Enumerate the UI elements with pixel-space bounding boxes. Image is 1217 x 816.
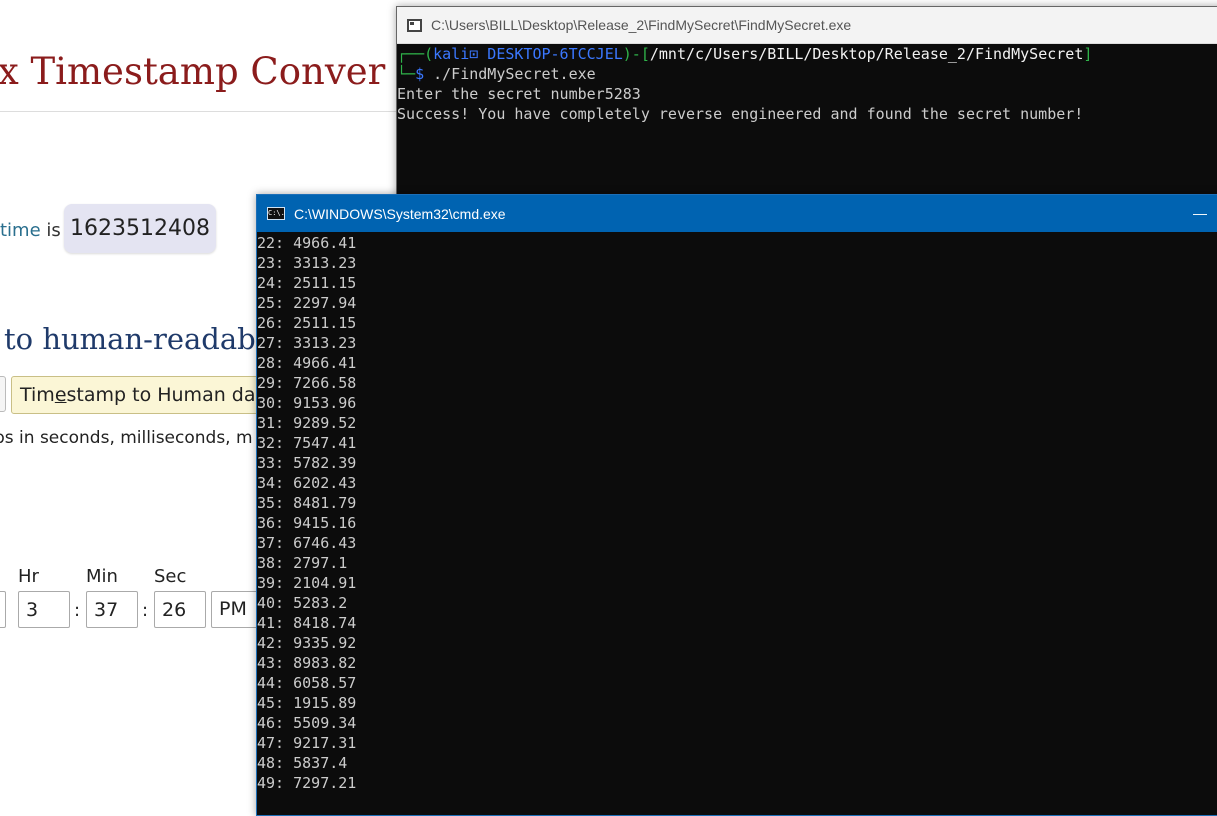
button-label-start: Tim xyxy=(20,384,55,406)
time-colon: : xyxy=(142,600,149,621)
terminal-output-line: Success! You have completely reverse eng… xyxy=(397,105,1084,123)
section-heading: to human-readab xyxy=(4,322,256,356)
cmd-output[interactable]: 22: 4966.41 23: 3313.23 24: 2511.15 25: 229… xyxy=(257,233,356,793)
hour-label: Hr xyxy=(18,566,39,587)
cmd-output-line: 35: 8481.79 xyxy=(257,494,357,512)
cmd-output-line: 33: 5782.39 xyxy=(257,454,357,472)
cmd-window[interactable]: C:\. C:\WINDOWS\System32\cmd.exe — 22: 4… xyxy=(256,194,1217,816)
terminal-app-icon xyxy=(407,18,422,32)
epoch-time-suffix: is xyxy=(40,220,61,241)
cmd-output-line: 34: 6202.43 xyxy=(257,474,357,492)
cmd-output-line: 36: 9415.16 xyxy=(257,514,357,532)
kali-window-titlebar[interactable]: C:\Users\BILL\Desktop\Release_2\FindMySe… xyxy=(397,7,1217,44)
cmd-app-icon: C:\. xyxy=(267,207,285,220)
prompt-frame-line2: └─ xyxy=(397,65,416,83)
minute-label: Min xyxy=(86,566,118,587)
cmd-window-title: C:\WINDOWS\System32\cmd.exe xyxy=(294,205,506,222)
cmd-output-line: 44: 6058.57 xyxy=(257,674,357,692)
cmd-output-line: 28: 4966.41 xyxy=(257,354,357,372)
prompt-path: /mnt/c/Users/BILL/Desktop/Release_2/Find… xyxy=(649,45,1084,63)
terminal-output-line: Enter the secret number5283 xyxy=(397,85,641,103)
title-divider xyxy=(0,111,400,112)
cmd-output-line: 27: 3313.23 xyxy=(257,334,357,352)
format-hint: ps in seconds, milliseconds, m xyxy=(0,428,253,448)
prompt-frame-close: ] xyxy=(1083,45,1093,63)
cmd-output-line: 26: 2511.15 xyxy=(257,314,357,332)
cmd-output-line: 38: 2797.1 xyxy=(257,554,348,572)
cmd-output-line: 45: 1915.89 xyxy=(257,694,357,712)
button-label-accesskey: e xyxy=(54,384,67,406)
cmd-output-line: 37: 6746.43 xyxy=(257,534,357,552)
time-colon: : xyxy=(74,600,81,621)
second-input[interactable] xyxy=(154,591,206,628)
cmd-window-titlebar[interactable]: C:\. C:\WINDOWS\System32\cmd.exe — xyxy=(257,195,1217,232)
prompt-frame-mid: )-[ xyxy=(622,45,650,63)
kali-window-title: C:\Users\BILL\Desktop\Release_2\FindMySe… xyxy=(431,17,852,33)
cmd-output-line: 47: 9217.31 xyxy=(257,734,357,752)
cmd-output-line: 25: 2297.94 xyxy=(257,294,357,312)
prompt-frame-open: ┌──( xyxy=(397,45,434,63)
cmd-output-line: 32: 7547.41 xyxy=(257,434,357,452)
prompt-dollar: $ xyxy=(415,65,425,83)
cmd-output-line: 42: 9335.92 xyxy=(257,634,357,652)
typed-command: ./FindMySecret.exe xyxy=(424,65,596,83)
current-epoch-badge: 1623512408 xyxy=(64,204,216,253)
cmd-output-line: 29: 7266.58 xyxy=(257,374,357,392)
cmd-output-line: 40: 5283.2 xyxy=(257,594,348,612)
cmd-output-line: 30: 9153.96 xyxy=(257,394,357,412)
input-edge[interactable] xyxy=(0,376,6,412)
second-label: Sec xyxy=(154,566,187,587)
cmd-output-line: 49: 7297.21 xyxy=(257,774,357,792)
hour-input[interactable] xyxy=(18,591,70,628)
button-label-end: stamp to Human date xyxy=(66,384,271,406)
previous-field-edge[interactable] xyxy=(0,591,6,628)
cmd-output-line: 43: 8983.82 xyxy=(257,654,357,672)
cmd-output-line: 39: 2104.91 xyxy=(257,574,357,592)
kali-terminal-content[interactable]: ┌──(kali⊡ DESKTOP-6TCCJEL)-[/mnt/c/Users… xyxy=(397,44,1092,124)
cmd-output-line: 48: 5837.4 xyxy=(257,754,348,772)
kali-terminal-window[interactable]: C:\Users\BILL\Desktop\Release_2\FindMySe… xyxy=(396,6,1217,203)
timestamp-to-human-date-button[interactable]: Timestamp to Human date xyxy=(11,376,271,414)
minimize-icon[interactable]: — xyxy=(1193,205,1207,221)
cmd-output-line: 46: 5509.34 xyxy=(257,714,357,732)
page-title: ix Timestamp Conver xyxy=(0,50,386,93)
cmd-output-line: 22: 4966.41 xyxy=(257,234,357,252)
minute-input[interactable] xyxy=(86,591,138,628)
epoch-time-line: time is xyxy=(0,220,61,241)
cmd-output-line: 23: 3313.23 xyxy=(257,254,357,272)
cmd-output-line: 24: 2511.15 xyxy=(257,274,357,292)
epoch-time-link[interactable]: time xyxy=(0,220,41,241)
cmd-output-line: 41: 8418.74 xyxy=(257,614,357,632)
prompt-user-host: kali⊡ DESKTOP-6TCCJEL xyxy=(433,45,623,63)
cmd-output-line: 31: 9289.52 xyxy=(257,414,357,432)
